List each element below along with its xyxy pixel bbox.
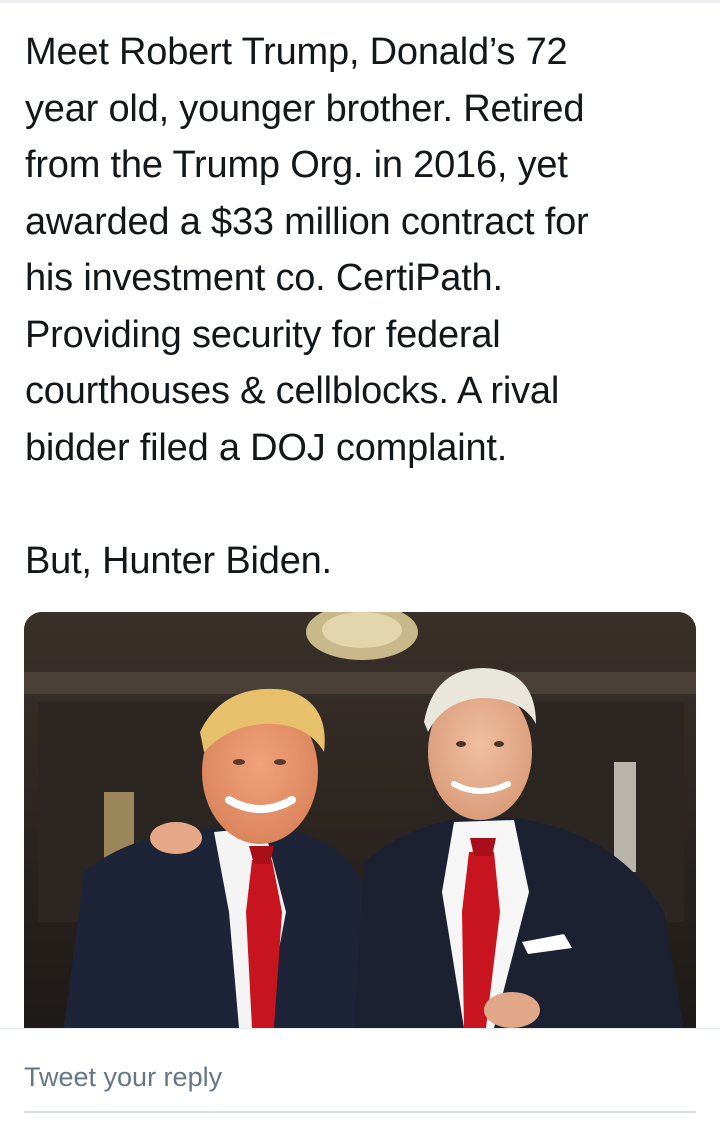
tweet-line: Providing security for federal	[25, 313, 501, 356]
reply-input[interactable]: Tweet your reply	[24, 1055, 696, 1113]
photo-illustration	[24, 612, 696, 1028]
tweet-line: bidder filed a DOJ complaint.	[25, 426, 508, 469]
tweet-line: Meet Robert Trump, Donald’s 72	[25, 31, 568, 73]
tweet-line: awarded a $33 million contract for	[25, 200, 589, 243]
reply-bar: Tweet your reply	[0, 1028, 720, 1122]
top-divider	[0, 0, 720, 3]
tweet-body: Meet Robert Trump, Donald’s 72 year old,…	[25, 24, 705, 589]
tweet-line: his investment co. CertiPath.	[25, 257, 503, 299]
tweet-photo[interactable]	[24, 612, 696, 1028]
tweet-line: from the Trump Org. in 2016, yet	[25, 144, 568, 186]
tweet-closing-line: But, Hunter Biden.	[25, 539, 332, 582]
tweet-line: courthouses & cellblocks. A rival	[25, 370, 560, 412]
tweet-line: year old, younger brother. Retired	[25, 87, 585, 130]
